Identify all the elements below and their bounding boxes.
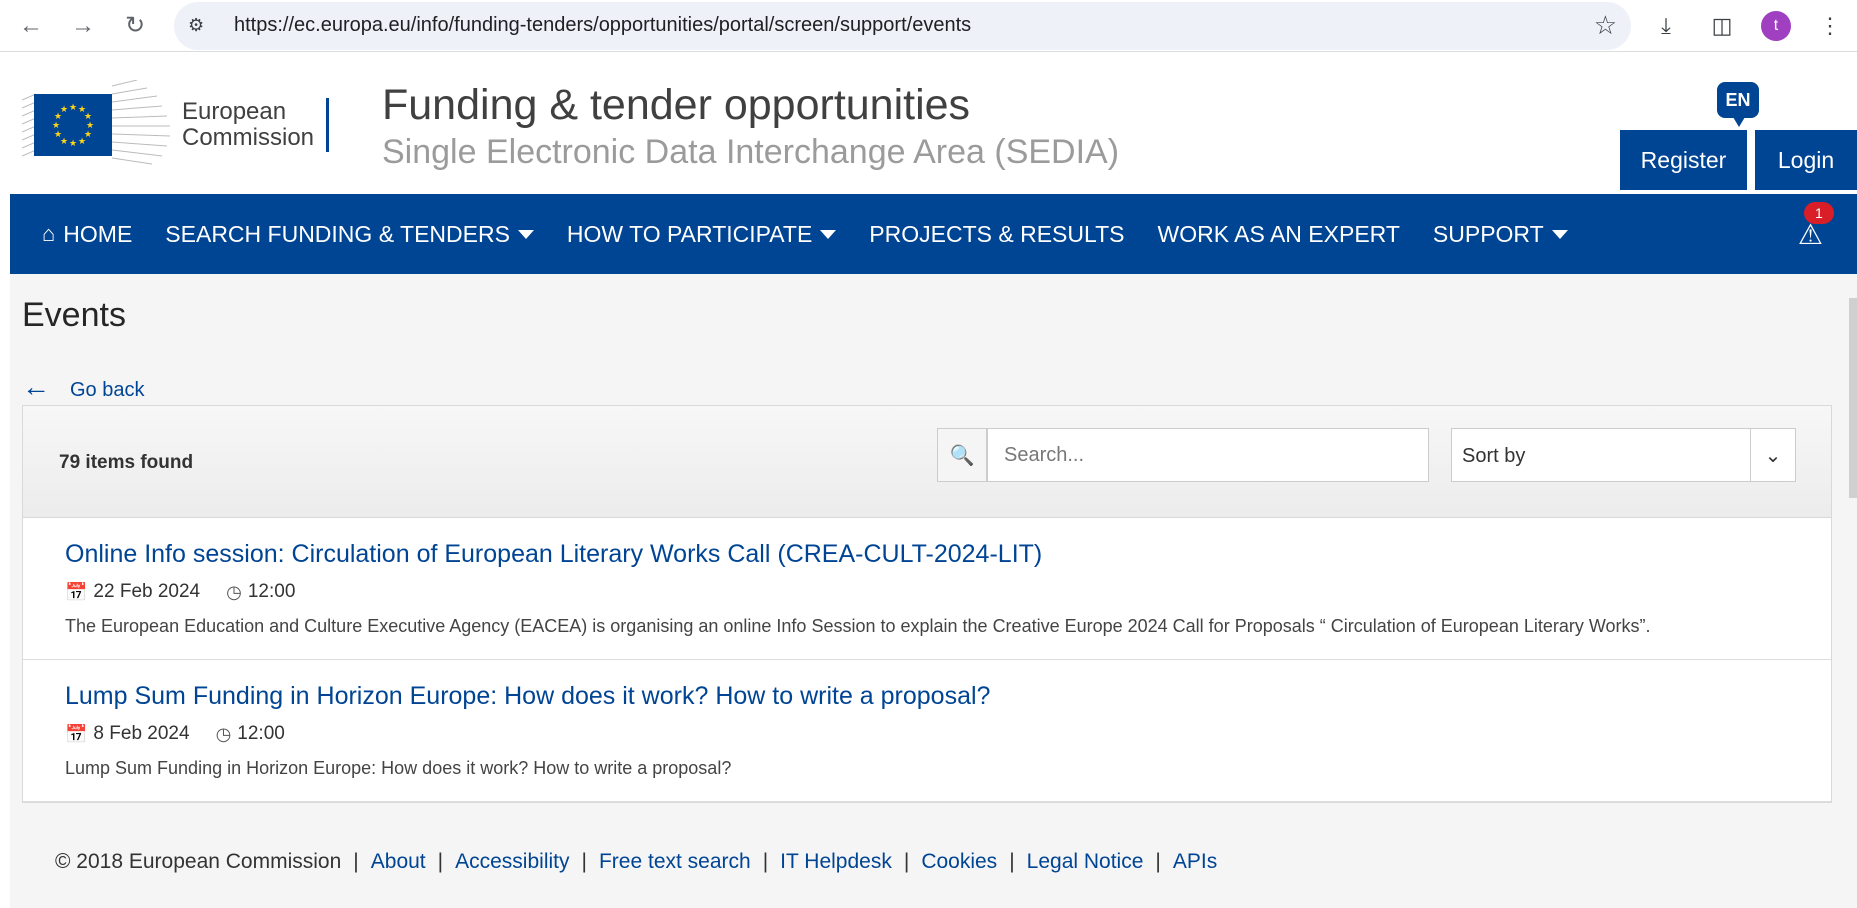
footer-separator: | <box>437 850 444 873</box>
event-time: 12:00 <box>237 723 285 744</box>
footer-separator: | <box>903 850 910 873</box>
footer: © 2018 European Commission | About | Acc… <box>10 816 1857 908</box>
clock-icon: ◷ <box>215 723 232 744</box>
logo-text: European Commission <box>182 99 314 151</box>
copyright: © 2018 European Commission <box>55 850 342 873</box>
footer-separator: | <box>1155 850 1161 873</box>
svg-text:★: ★ <box>69 139 77 149</box>
calendar-icon: 📅 <box>65 581 88 602</box>
site-settings-icon[interactable]: ⚙ <box>188 15 222 36</box>
svg-text:★: ★ <box>54 130 62 140</box>
event-description: The European Education and Culture Execu… <box>65 616 1651 636</box>
nav-home[interactable]: ⌂ HOME <box>42 221 132 248</box>
ec-logo[interactable]: ★ ★ ★ ★ ★ ★ ★ ★ ★ ★ ★ ★ European Commission <box>22 80 330 170</box>
caret-down-icon <box>1551 229 1568 239</box>
page: ★ ★ ★ ★ ★ ★ ★ ★ ★ ★ ★ ★ European Commission Fund… <box>10 52 1857 908</box>
footer-separator: | <box>1009 850 1015 873</box>
register-button[interactable]: Register <box>1620 130 1747 190</box>
logo-line1: European <box>182 98 287 125</box>
footer-link-accessibility[interactable]: Accessibility <box>455 850 569 874</box>
nav-support[interactable]: SUPPORT <box>1433 221 1568 248</box>
footer-link-free-text-search[interactable]: Free text search <box>599 850 751 874</box>
nav-how-to-participate-label: HOW TO PARTICIPATE <box>566 220 813 247</box>
home-icon: ⌂ <box>42 221 56 246</box>
notification-badge: 1 <box>1803 202 1834 224</box>
event-time: 12:00 <box>247 581 296 602</box>
caret-down-icon <box>820 229 837 239</box>
footer-separator: | <box>762 850 769 873</box>
language-selector[interactable]: EN <box>1717 82 1759 127</box>
event-date: 8 Feb 2024 <box>93 723 190 744</box>
nav-search-funding-label: SEARCH FUNDING & TENDERS <box>165 220 510 247</box>
logo-line2: Commission <box>182 124 315 151</box>
forward-icon[interactable]: → <box>62 5 104 47</box>
event-item: Lump Sum Funding in Horizon Europe: How … <box>23 660 1831 802</box>
footer-link-legal-notice[interactable]: Legal Notice <box>1027 850 1144 874</box>
site-title: Funding & tender opportunities Single El… <box>382 80 1119 172</box>
avatar[interactable]: t <box>1761 10 1791 41</box>
nav-work-as-expert[interactable]: WORK AS AN EXPERT <box>1157 221 1399 248</box>
footer-link-apis[interactable]: APIs <box>1173 850 1217 874</box>
calendar-icon: 📅 <box>65 723 88 744</box>
footer-link-it-helpdesk[interactable]: IT Helpdesk <box>780 850 892 874</box>
event-item: Online Info session: Circulation of Euro… <box>23 518 1831 660</box>
event-description: Lump Sum Funding in Horizon Europe: How … <box>65 758 732 778</box>
address-bar[interactable]: ⚙ https://ec.europa.eu/info/funding-tend… <box>174 1 1631 50</box>
logo-separator <box>326 98 330 152</box>
results-toolbar: 79 items found 🔍 Search... Sort by ⌄ <box>23 406 1831 518</box>
sort-select[interactable]: Sort by ⌄ <box>1451 428 1796 482</box>
search-input[interactable]: Search... <box>987 428 1429 482</box>
nav-how-to-participate[interactable]: HOW TO PARTICIPATE <box>566 220 837 248</box>
page-title: Events <box>22 296 126 334</box>
search-icon[interactable]: 🔍 <box>937 428 987 482</box>
results-count: 79 items found <box>59 452 194 473</box>
footer-separator: | <box>581 850 587 873</box>
event-meta: 📅 8 Feb 2024 ◷ 12:00 <box>65 723 1795 745</box>
svg-text:★: ★ <box>60 105 68 115</box>
event-meta: 📅 22 Feb 2024 ◷ 12:00 <box>65 581 1795 603</box>
chevron-down-icon[interactable]: ⌄ <box>1750 429 1795 481</box>
arrow-left-icon: ← <box>22 371 50 402</box>
main-nav: ⌂ HOME SEARCH FUNDING & TENDERS HOW TO P… <box>10 194 1857 274</box>
nav-projects-results[interactable]: PROJECTS & RESULTS <box>869 221 1124 248</box>
footer-separator: | <box>353 850 359 873</box>
nav-support-label: SUPPORT <box>1432 220 1544 247</box>
nav-work-as-expert-label: WORK AS AN EXPERT <box>1157 220 1400 247</box>
sidebar-icon[interactable]: ◫ <box>1705 9 1739 43</box>
browser-toolbar: ← → ↻ ⚙ https://ec.europa.eu/info/fundin… <box>0 0 1857 52</box>
events-list: 79 items found 🔍 Search... Sort by ⌄ Onl… <box>22 405 1832 803</box>
back-icon[interactable]: ← <box>10 5 52 47</box>
footer-link-about[interactable]: About <box>371 850 426 874</box>
star-icon[interactable]: ☆ <box>1594 10 1617 41</box>
scrollbar[interactable] <box>1849 298 1857 498</box>
login-button[interactable]: Login <box>1755 130 1857 190</box>
svg-text:★: ★ <box>52 121 60 131</box>
nav-home-label: HOME <box>63 220 133 247</box>
notifications[interactable]: ⚠ 1 <box>1798 202 1834 251</box>
event-date: 22 Feb 2024 <box>93 581 201 602</box>
nav-projects-results-label: PROJECTS & RESULTS <box>869 220 1125 247</box>
svg-text:★: ★ <box>78 137 86 147</box>
footer-link-cookies[interactable]: Cookies <box>921 850 997 874</box>
sort-label: Sort by <box>1462 445 1526 467</box>
eu-flag-icon: ★ ★★ ★★★ ★★★ ★★★ <box>22 80 171 165</box>
site-title-main: Funding & tender opportunities <box>382 81 971 129</box>
url-text[interactable]: https://ec.europa.eu/info/funding-tender… <box>222 14 1594 37</box>
go-back-label: Go back <box>70 378 145 401</box>
event-title-link[interactable]: Online Info session: Circulation of Euro… <box>65 540 1795 569</box>
svg-text:★: ★ <box>69 103 77 113</box>
reload-icon[interactable]: ↻ <box>114 5 156 47</box>
site-header: ★ ★ ★ ★ ★ ★ ★ ★ ★ ★ ★ ★ European Commission Fund… <box>10 52 1857 194</box>
go-back-link[interactable]: ← Go back <box>22 371 1857 403</box>
site-subtitle: Single Electronic Data Interchange Area … <box>382 133 1120 171</box>
event-title-link[interactable]: Lump Sum Funding in Horizon Europe: How … <box>65 682 1795 711</box>
download-icon[interactable]: ⤓ <box>1649 9 1683 43</box>
nav-search-funding[interactable]: SEARCH FUNDING & TENDERS <box>165 221 534 248</box>
menu-icon[interactable]: ⋮ <box>1813 9 1847 43</box>
caret-down-icon <box>517 229 534 239</box>
main-content: Events ← Go back 79 items found 🔍 Search… <box>10 296 1857 803</box>
clock-icon: ◷ <box>226 581 242 602</box>
